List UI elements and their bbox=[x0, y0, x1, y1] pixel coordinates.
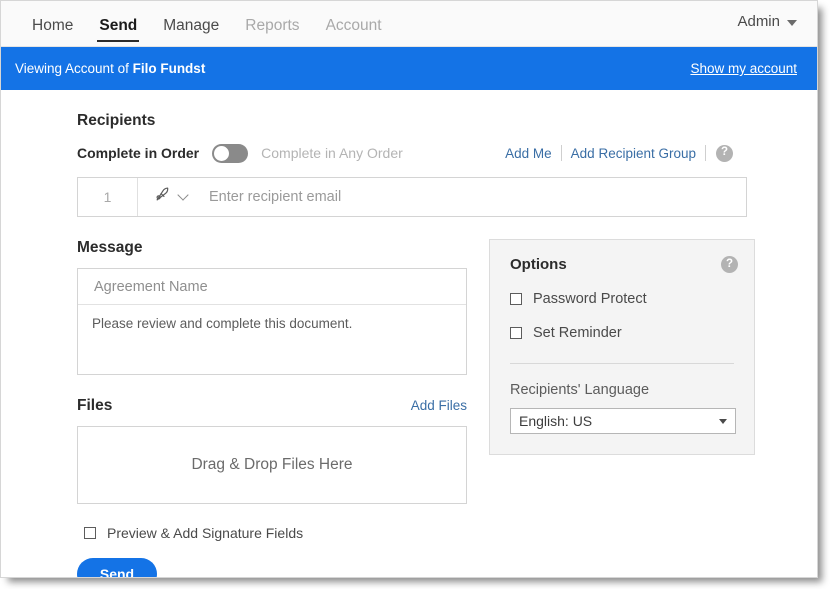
recipients-language-value: English: US bbox=[519, 413, 593, 429]
options-header: Options bbox=[510, 256, 734, 273]
send-button[interactable]: Send bbox=[77, 558, 157, 577]
banner-account-name: Filo Fundst bbox=[132, 61, 206, 76]
message-body-textarea[interactable] bbox=[92, 315, 452, 364]
recipient-email-input[interactable] bbox=[199, 189, 746, 205]
add-me-link[interactable]: Add Me bbox=[505, 146, 561, 161]
admin-menu-label: Admin bbox=[737, 13, 780, 30]
nav-item-home[interactable]: Home bbox=[19, 18, 86, 47]
viewing-account-banner: Viewing Account of Filo Fundst Show my a… bbox=[1, 47, 817, 90]
show-my-account-link[interactable]: Show my account bbox=[690, 61, 797, 76]
chevron-down-icon bbox=[177, 189, 189, 201]
right-column: Options ? Password Protect Set Reminder bbox=[489, 217, 755, 504]
options-panel: Options ? Password Protect Set Reminder bbox=[489, 239, 755, 455]
application-window: Home Send Manage Reports Account Admin V… bbox=[0, 0, 818, 578]
dropzone-label: Drag & Drop Files Here bbox=[191, 456, 353, 473]
agreement-name-input[interactable] bbox=[92, 277, 452, 296]
file-dropzone[interactable]: Drag & Drop Files Here bbox=[77, 426, 467, 504]
top-navigation-bar: Home Send Manage Reports Account Admin bbox=[1, 1, 817, 47]
recipients-heading: Recipients bbox=[77, 112, 156, 129]
files-heading: Files bbox=[77, 397, 113, 414]
message-heading: Message bbox=[77, 239, 143, 256]
preview-add-signature-fields-label: Preview & Add Signature Fields bbox=[107, 525, 304, 541]
nav-item-send-label: Send bbox=[99, 17, 138, 34]
form-columns: Message Files Add Files bbox=[77, 217, 817, 504]
recipient-index: 1 bbox=[78, 178, 138, 216]
chevron-down-icon bbox=[719, 418, 727, 424]
nav-item-account-label: Account bbox=[325, 17, 382, 34]
admin-menu[interactable]: Admin bbox=[737, 13, 797, 30]
add-files-link[interactable]: Add Files bbox=[411, 398, 467, 413]
send-form: Recipients Complete in Order Complete in… bbox=[1, 90, 817, 577]
complete-order-row: Complete in Order Complete in Any Order … bbox=[77, 141, 817, 165]
nav-item-manage-label: Manage bbox=[163, 17, 220, 34]
options-heading: Options bbox=[510, 256, 567, 273]
option-password-protect[interactable]: Password Protect bbox=[510, 291, 734, 307]
nav-item-reports-label: Reports bbox=[245, 17, 300, 34]
help-icon[interactable]: ? bbox=[721, 256, 738, 273]
left-column: Message Files Add Files bbox=[77, 217, 472, 504]
nav-items: Home Send Manage Reports Account bbox=[1, 1, 395, 47]
message-box bbox=[77, 268, 467, 375]
toggle-knob bbox=[214, 145, 230, 161]
option-set-reminder[interactable]: Set Reminder bbox=[510, 325, 734, 341]
checkbox-icon bbox=[84, 527, 96, 539]
complete-in-any-order-label: Complete in Any Order bbox=[261, 145, 403, 161]
banner-prefix: Viewing Account of bbox=[15, 61, 133, 76]
message-body-row bbox=[78, 305, 466, 374]
nav-item-manage[interactable]: Manage bbox=[150, 18, 232, 47]
add-recipient-group-link[interactable]: Add Recipient Group bbox=[562, 146, 705, 161]
option-password-protect-label: Password Protect bbox=[533, 291, 647, 307]
checkbox-icon bbox=[510, 327, 522, 339]
complete-in-order-label: Complete in Order bbox=[77, 145, 200, 161]
screenshot-root: Home Send Manage Reports Account Admin V… bbox=[0, 0, 830, 589]
signature-pen-icon bbox=[152, 185, 172, 210]
banner-text: Viewing Account of Filo Fundst bbox=[15, 61, 205, 76]
nav-item-send[interactable]: Send bbox=[86, 18, 150, 47]
recipient-role-picker[interactable] bbox=[138, 185, 199, 210]
divider bbox=[705, 145, 706, 161]
option-set-reminder-label: Set Reminder bbox=[533, 325, 622, 341]
help-icon[interactable]: ? bbox=[716, 144, 733, 162]
complete-order-toggle[interactable] bbox=[212, 143, 249, 163]
recipient-row: 1 bbox=[77, 177, 747, 217]
nav-item-home-label: Home bbox=[32, 17, 74, 34]
recipient-actions: Add Me Add Recipient Group ? bbox=[505, 141, 733, 165]
recipients-language-label: Recipients' Language bbox=[510, 382, 650, 398]
files-header: Files Add Files bbox=[77, 397, 467, 415]
checkbox-icon bbox=[510, 293, 522, 305]
recipients-language-select[interactable]: English: US bbox=[510, 408, 736, 434]
nav-item-account[interactable]: Account bbox=[313, 18, 395, 47]
agreement-name-row bbox=[78, 269, 466, 305]
chevron-down-icon bbox=[787, 19, 797, 26]
nav-item-reports[interactable]: Reports bbox=[232, 18, 312, 47]
preview-add-signature-fields-option[interactable]: Preview & Add Signature Fields bbox=[84, 525, 817, 541]
divider bbox=[510, 363, 734, 364]
